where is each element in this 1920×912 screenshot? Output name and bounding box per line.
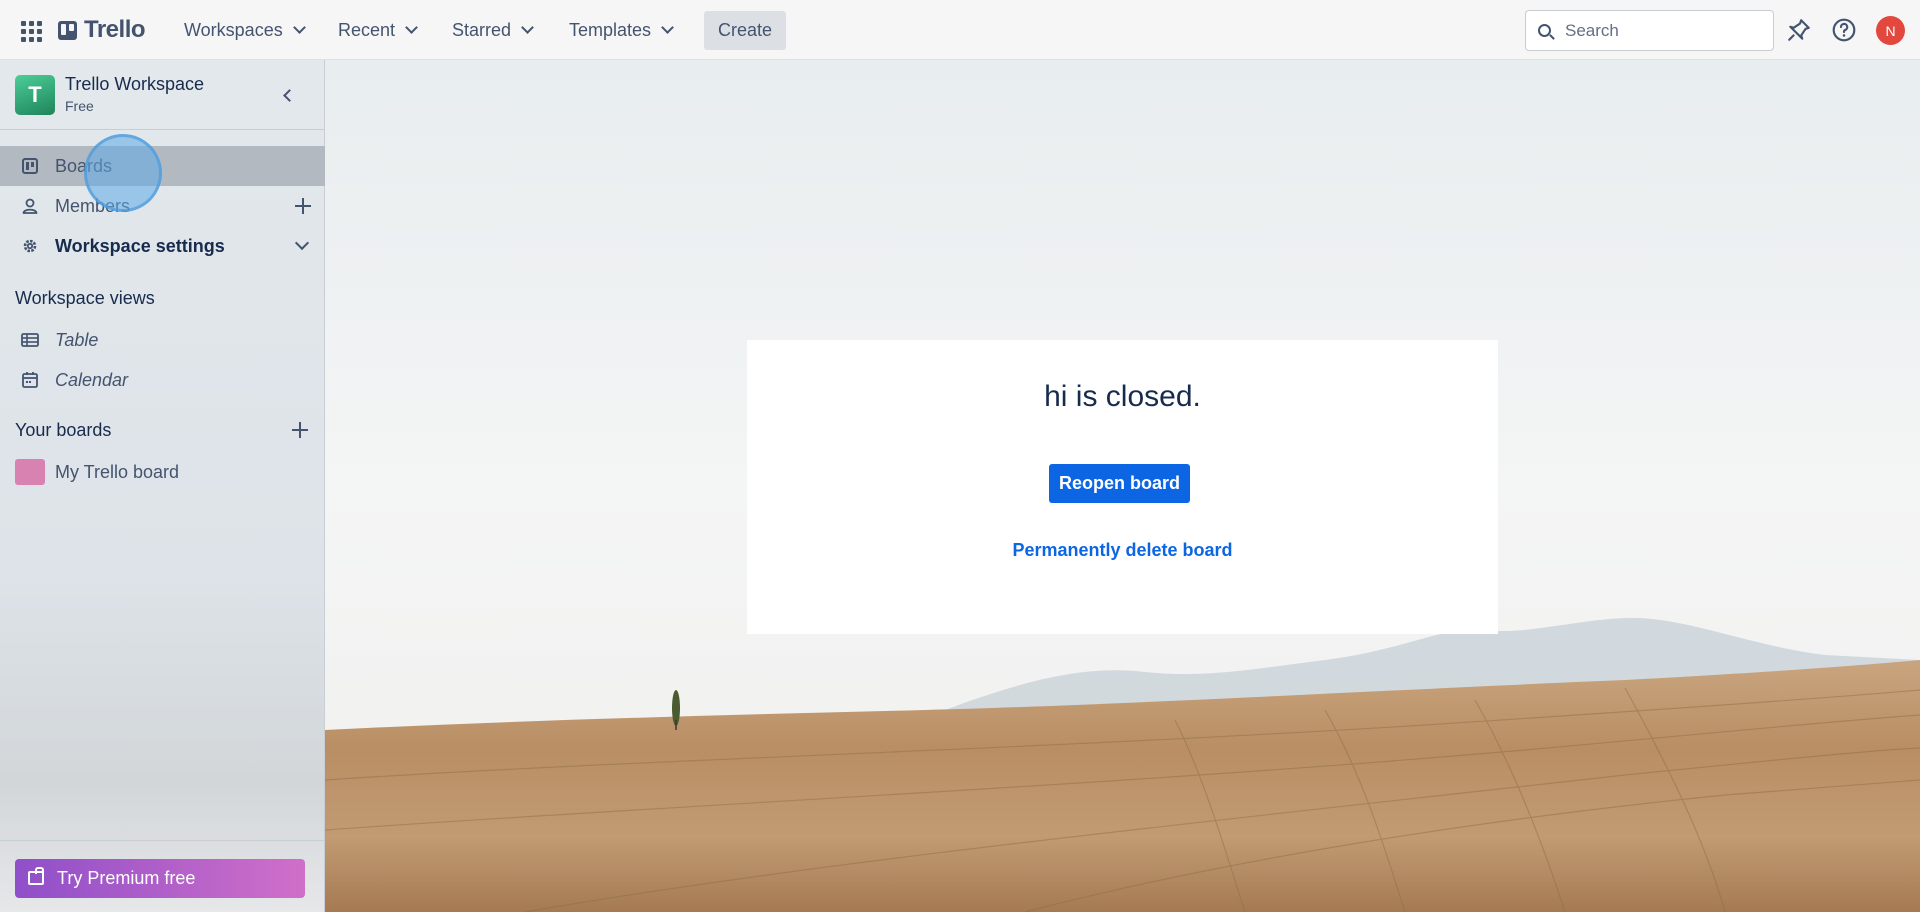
- workspace-views-title: Workspace views: [15, 288, 155, 308]
- sidebar-item-label: Members: [55, 195, 131, 216]
- sidebar-item-calendar[interactable]: Calendar: [0, 360, 325, 400]
- trello-logo[interactable]: Trello: [58, 16, 146, 44]
- add-board-icon[interactable]: [291, 421, 309, 439]
- gift-icon: [28, 867, 44, 885]
- create-button[interactable]: Create: [704, 11, 786, 50]
- search-box[interactable]: [1525, 10, 1774, 51]
- nav-recent[interactable]: Recent: [338, 14, 418, 46]
- notifications-icon[interactable]: [1786, 17, 1812, 43]
- workspace-plan: Free: [65, 98, 94, 114]
- nav-starred[interactable]: Starred: [452, 14, 534, 46]
- try-premium-label: Try Premium free: [57, 868, 196, 888]
- sidebar-item-members[interactable]: Members: [0, 186, 325, 226]
- top-navigation-bar: Trello Workspaces Recent Starred Templat…: [0, 0, 1920, 60]
- logo-text: Trello: [84, 16, 146, 43]
- sidebar-item-label: My Trello board: [55, 461, 180, 482]
- sidebar-item-label: Table: [55, 329, 99, 350]
- closed-board-message: hi is closed.: [1044, 380, 1201, 413]
- permanently-delete-board-link[interactable]: Permanently delete board: [747, 540, 1498, 561]
- chevron-down-icon: [405, 21, 418, 34]
- your-boards-title: Your boards: [15, 420, 112, 440]
- sidebar-item-my-trello-board[interactable]: My Trello board: [0, 452, 325, 492]
- nav-workspaces-label: Workspaces: [184, 19, 283, 40]
- sidebar-item-boards[interactable]: Boards: [0, 146, 325, 186]
- search-input[interactable]: [1565, 20, 1745, 41]
- nav-workspaces[interactable]: Workspaces: [184, 14, 306, 46]
- search-icon: [1538, 24, 1551, 37]
- table-icon: [21, 333, 39, 347]
- board-background: hi is closed. Reopen board Permanently d…: [325, 60, 1920, 912]
- workspace-badge: T: [15, 75, 55, 115]
- chevron-down-icon: [292, 21, 306, 34]
- user-avatar[interactable]: N: [1876, 16, 1905, 45]
- closed-board-card: hi is closed. Reopen board Permanently d…: [747, 340, 1498, 634]
- gear-icon: [23, 239, 37, 253]
- sidebar: T Trello Workspace Free Boards Members W…: [0, 60, 325, 912]
- calendar-icon: [22, 372, 38, 388]
- trello-logo-icon: [58, 20, 77, 40]
- nav-templates[interactable]: Templates: [569, 14, 674, 46]
- board-icon: [22, 158, 38, 174]
- sidebar-item-label: Calendar: [55, 369, 129, 390]
- chevron-down-icon: [661, 21, 674, 34]
- workspace-header: T Trello Workspace Free: [0, 60, 325, 130]
- reopen-board-button[interactable]: Reopen board: [1049, 464, 1190, 503]
- nav-templates-label: Templates: [569, 19, 652, 40]
- sidebar-item-label: Workspace settings: [55, 235, 225, 256]
- sidebar-item-workspace-settings[interactable]: Workspace settings: [0, 226, 325, 266]
- help-icon[interactable]: [1831, 17, 1857, 43]
- sidebar-item-table[interactable]: Table: [0, 320, 325, 360]
- nav-recent-label: Recent: [338, 19, 396, 40]
- chevron-down-icon: [521, 21, 534, 34]
- board-color-swatch: [15, 459, 45, 485]
- chevron-down-icon[interactable]: [294, 235, 310, 251]
- try-premium-button[interactable]: Try Premium free: [15, 859, 305, 898]
- sidebar-item-label: Boards: [55, 155, 113, 176]
- add-member-icon[interactable]: [294, 197, 312, 215]
- person-icon: [22, 198, 38, 214]
- workspace-name[interactable]: Trello Workspace: [65, 74, 204, 95]
- apps-grid-icon[interactable]: [18, 18, 42, 42]
- collapse-sidebar-icon[interactable]: [280, 88, 294, 102]
- divider: [0, 840, 325, 841]
- nav-starred-label: Starred: [452, 19, 512, 40]
